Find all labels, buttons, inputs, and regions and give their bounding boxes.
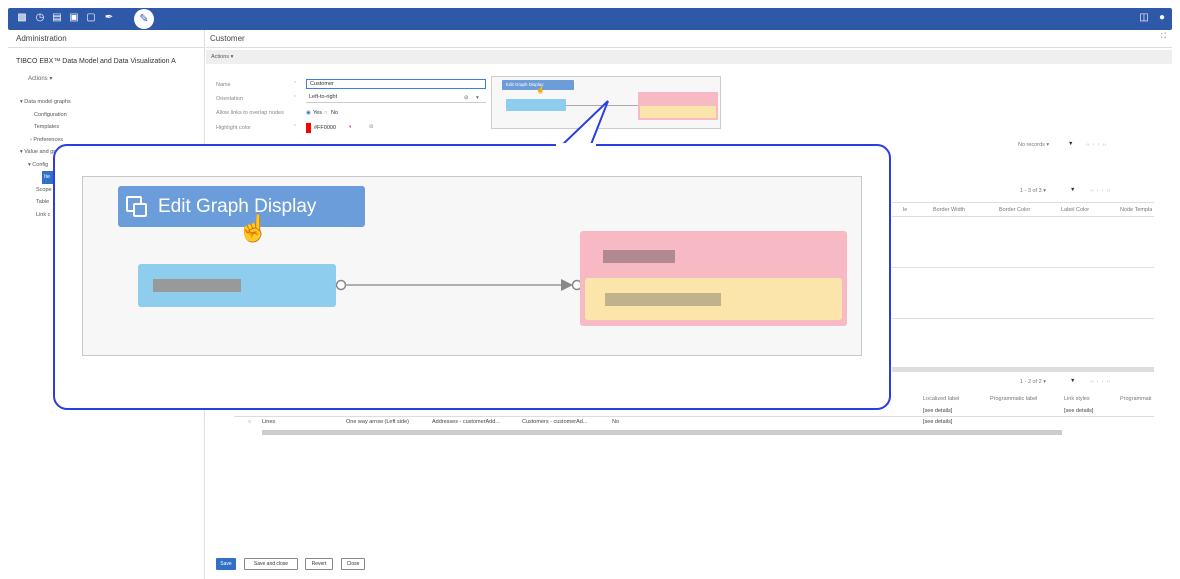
zoomed-graph-preview: Edit Graph Display ☝: [82, 176, 862, 356]
app-window: ▩ ◷ ▤ ▣ ▢ ✒ ✎ ◫ ● Administration TIBCO E…: [0, 0, 1180, 579]
target-field-label: [605, 293, 721, 306]
target-node-label: [603, 250, 675, 263]
callout-joint: [556, 143, 596, 149]
target-node-field[interactable]: [585, 278, 842, 320]
